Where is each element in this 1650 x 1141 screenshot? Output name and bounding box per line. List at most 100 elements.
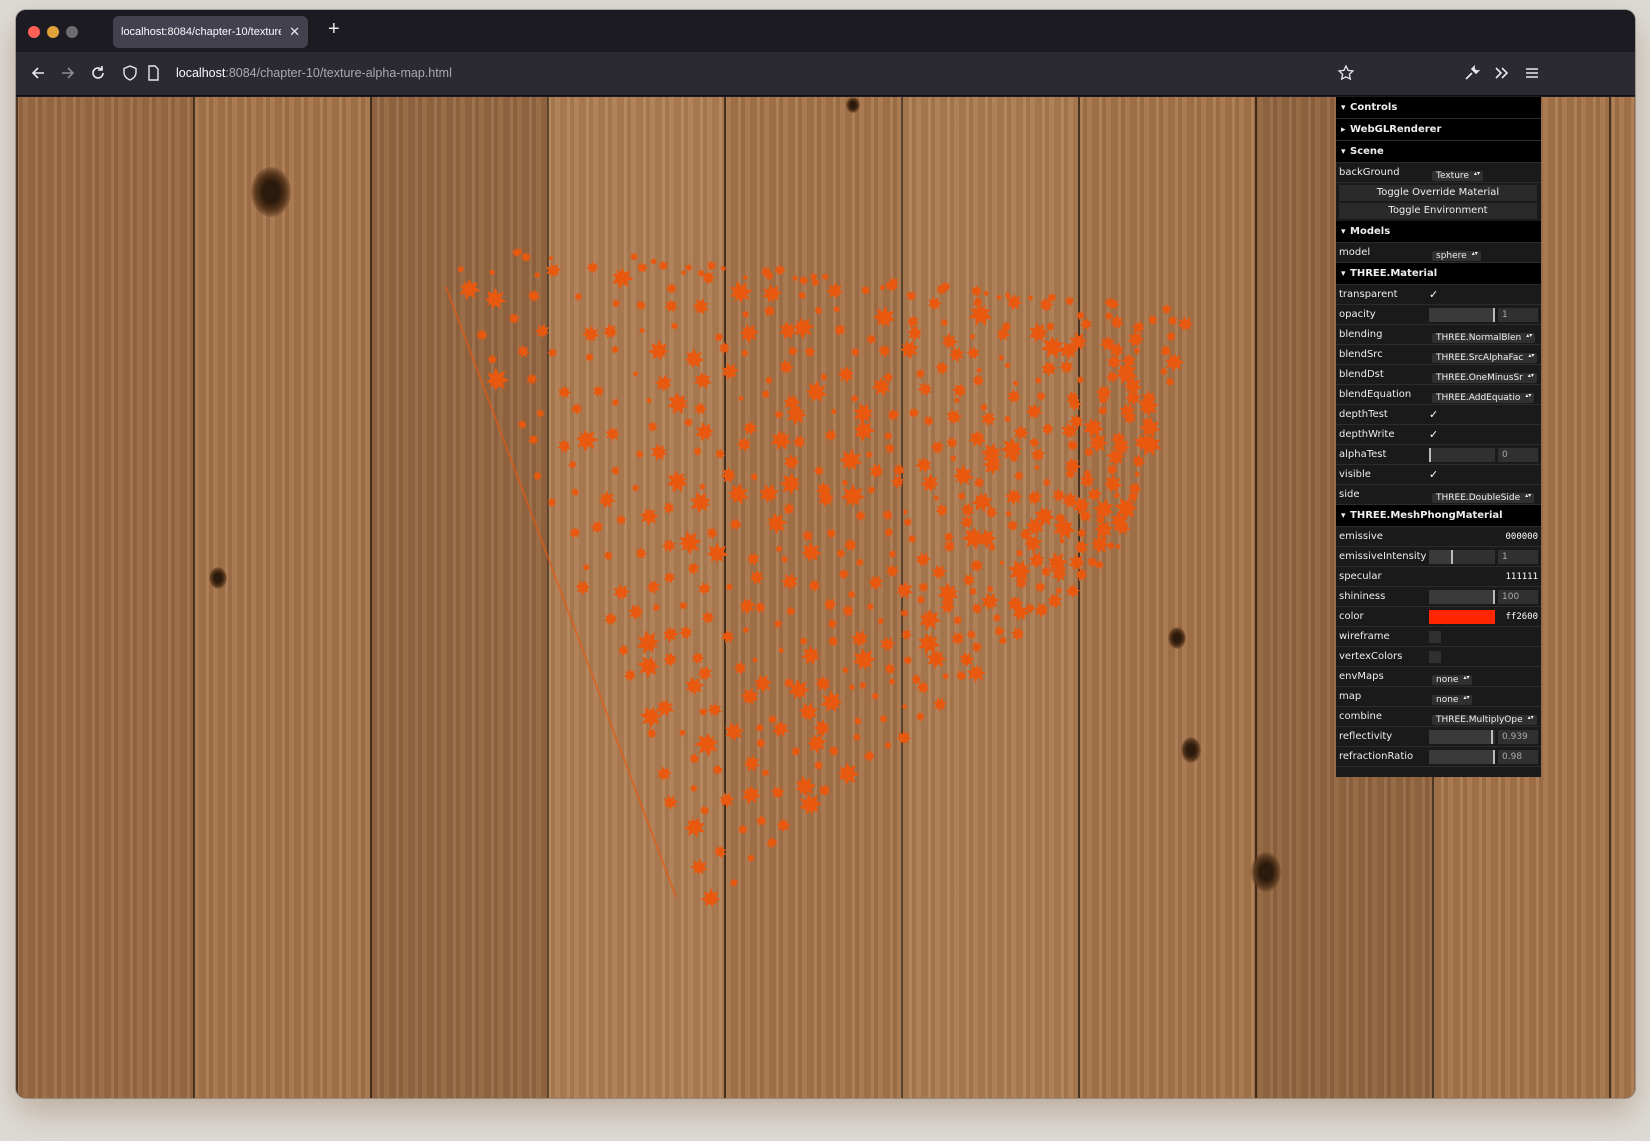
chevron-down-icon: ▾	[1341, 269, 1346, 279]
opacity-slider[interactable]	[1429, 308, 1495, 322]
leaf-particle	[1158, 366, 1169, 377]
leaf-particle	[475, 328, 489, 342]
map-select[interactable]: none	[1432, 695, 1473, 705]
hamburger-icon[interactable]	[1522, 63, 1542, 83]
reload-icon[interactable]	[88, 63, 108, 83]
leaf-particle	[1054, 586, 1063, 595]
material-folder-title[interactable]: ▾ THREE.Material	[1336, 263, 1541, 285]
controls-folder-title[interactable]: ▾ Controls	[1336, 97, 1541, 119]
leaf-particle	[779, 554, 790, 565]
leaf-particle	[1175, 314, 1195, 334]
opacity-input[interactable]: 1	[1498, 308, 1538, 322]
leaf-particle	[977, 589, 1003, 614]
browser-window: localhost:8084/chapter-10/texture-alpha-…	[16, 10, 1635, 1098]
leaf-particle	[982, 289, 990, 297]
leaf-particle	[580, 323, 601, 344]
minimize-window-button[interactable]	[47, 26, 59, 38]
leaf-particle	[864, 483, 878, 497]
leaf-particle	[1163, 374, 1178, 389]
visible-checkbox[interactable]: ✓	[1429, 469, 1441, 481]
reflectivity-input[interactable]: 0.939	[1498, 730, 1538, 744]
transparent-row: transparent ✓	[1336, 285, 1541, 305]
refractionratio-slider[interactable]	[1429, 750, 1495, 764]
envmaps-row: envMaps none	[1336, 667, 1541, 687]
wrench-icon[interactable]	[1462, 63, 1482, 83]
leaf-particle	[840, 478, 850, 488]
reflectivity-slider[interactable]	[1429, 730, 1495, 744]
maximize-window-button[interactable]	[66, 26, 78, 38]
close-window-button[interactable]	[28, 26, 40, 38]
leaf-particle	[861, 747, 878, 765]
leaf-particle	[649, 257, 658, 266]
wireframe-checkbox[interactable]	[1429, 631, 1441, 643]
vertexcolors-checkbox[interactable]	[1429, 651, 1441, 663]
leaf-particle	[914, 378, 936, 400]
leaf-particle	[732, 433, 756, 456]
depthwrite-checkbox[interactable]: ✓	[1429, 429, 1441, 441]
envmaps-select[interactable]: none	[1432, 675, 1473, 685]
phong-folder-title[interactable]: ▾ THREE.MeshPhongMaterial	[1336, 505, 1541, 527]
leaf-particle	[644, 418, 661, 435]
toggle-environment-button[interactable]: Toggle Environment	[1339, 203, 1537, 219]
leaf-particle	[706, 260, 718, 272]
webgl-folder-title[interactable]: ▸ WebGLRenderer	[1336, 119, 1541, 141]
transparent-checkbox[interactable]: ✓	[1429, 289, 1441, 301]
leaf-particle	[965, 662, 987, 684]
leaf-particle	[753, 721, 767, 735]
depthtest-checkbox[interactable]: ✓	[1429, 409, 1441, 421]
blendsrc-select[interactable]: THREE.SrcAlphaFac	[1432, 353, 1538, 363]
scene-folder-title[interactable]: ▾ Scene	[1336, 141, 1541, 163]
leaf-particle	[906, 533, 918, 545]
transparent-label: transparent	[1339, 289, 1398, 300]
background-select[interactable]: Texture	[1432, 171, 1483, 181]
leaf-particle	[543, 260, 564, 281]
leaf-particle	[923, 292, 946, 315]
leaf-particle	[637, 325, 647, 336]
browser-tab[interactable]: localhost:8084/chapter-10/texture-alpha-…	[113, 16, 308, 48]
leaf-particle	[697, 481, 708, 492]
leaf-particle	[913, 603, 946, 636]
tab-close-icon[interactable]: ✕	[289, 16, 300, 48]
shininess-input[interactable]: 100	[1498, 590, 1538, 604]
leaf-particle	[785, 605, 797, 617]
leaf-particle	[874, 341, 895, 361]
refractionratio-input[interactable]: 0.98	[1498, 750, 1538, 764]
leaf-particle	[887, 549, 898, 559]
leaf-particle	[610, 297, 623, 310]
page-icon	[143, 63, 163, 83]
emissive-color-input[interactable]: 000000	[1498, 530, 1538, 544]
models-folder-title[interactable]: ▾ Models	[1336, 221, 1541, 243]
leaf-particle	[830, 320, 850, 340]
emissiveintensity-slider[interactable]	[1429, 550, 1495, 564]
chevrons-icon[interactable]	[1492, 63, 1512, 83]
leaf-particle	[940, 536, 959, 556]
emissiveintensity-input[interactable]: 1	[1498, 550, 1538, 564]
leaf-particle	[968, 332, 977, 342]
leaf-particle	[763, 834, 780, 851]
star-icon[interactable]	[1336, 63, 1356, 83]
forward-arrow-icon[interactable]	[58, 63, 78, 83]
address-bar[interactable]: localhost:8084/chapter-10/texture-alpha-…	[176, 66, 452, 80]
new-tab-button[interactable]: +	[328, 18, 340, 41]
leaf-particle	[719, 466, 738, 485]
combine-select[interactable]: THREE.MultiplyOpe	[1432, 715, 1537, 725]
specular-color-input[interactable]: 111111	[1498, 570, 1538, 584]
shininess-slider[interactable]	[1429, 590, 1495, 604]
side-select[interactable]: THREE.DoubleSide	[1432, 493, 1535, 503]
blending-select[interactable]: THREE.NormalBlen	[1432, 333, 1536, 343]
emissiveintensity-row: emissiveIntensity 1	[1336, 547, 1541, 567]
leaf-particle	[711, 330, 726, 345]
models-title: Models	[1350, 226, 1391, 237]
blenddst-select[interactable]: THREE.OneMinusSr	[1432, 373, 1537, 383]
leaf-particle	[825, 633, 842, 650]
leaf-particle	[736, 393, 746, 403]
color-input[interactable]: ff2600	[1498, 610, 1538, 624]
blendequation-select[interactable]: THREE.AddEquatio	[1432, 393, 1535, 403]
alphatest-slider[interactable]	[1429, 448, 1495, 462]
shield-icon[interactable]	[120, 63, 140, 83]
model-select[interactable]: sphere	[1432, 251, 1481, 261]
color-swatch[interactable]	[1429, 610, 1495, 624]
toggle-override-material-button[interactable]: Toggle Override Material	[1339, 185, 1537, 201]
alphatest-input[interactable]: 0	[1498, 448, 1538, 462]
back-arrow-icon[interactable]	[28, 63, 48, 83]
